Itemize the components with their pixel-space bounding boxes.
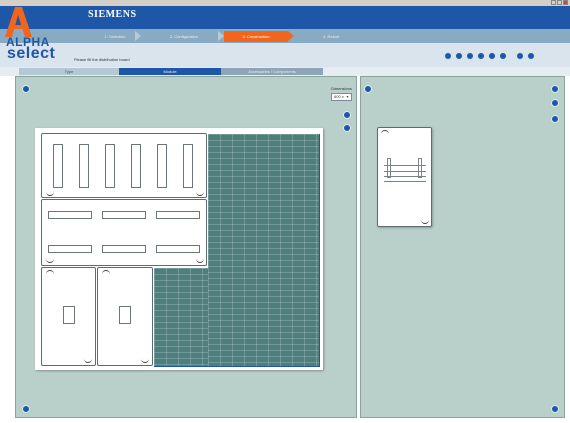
scroll-up-icon[interactable]: [551, 85, 559, 93]
dimensions-value: 600 x: [334, 94, 344, 99]
module-corner: [46, 191, 54, 196]
module-vertical-devices[interactable]: [41, 133, 207, 198]
info-icon[interactable]: [364, 85, 372, 93]
terminal-post: [418, 158, 422, 178]
rail-slot: [48, 245, 92, 253]
save-icon[interactable]: [455, 52, 463, 60]
rail-slot: [156, 211, 200, 219]
back-arrow-icon[interactable]: [22, 85, 30, 93]
step-selection[interactable]: 1. Selection: [95, 31, 135, 42]
grid-border-bottom: [154, 366, 320, 367]
alpha-logo-mark: [5, 7, 32, 37]
dimensions-label: Dimensions: [331, 86, 352, 91]
options-icon[interactable]: [488, 52, 496, 60]
scroll-page-up-icon[interactable]: [551, 99, 559, 107]
module-box-left[interactable]: [41, 267, 96, 366]
device-window: [63, 306, 75, 324]
step-result[interactable]: 4. Result: [300, 31, 362, 42]
busbar-line: [384, 181, 426, 182]
step-separator: [135, 31, 141, 41]
device-slot: [157, 144, 167, 188]
module-horizontal-rails[interactable]: [41, 199, 207, 266]
busbar-line: [384, 176, 426, 177]
scroll-down-icon[interactable]: [551, 405, 559, 413]
tab-accessories[interactable]: Accessories / Components: [221, 68, 323, 75]
zoom-out-icon[interactable]: [343, 124, 351, 132]
module-corner: [46, 258, 54, 263]
device-slot: [53, 144, 63, 188]
module-corner: [381, 130, 389, 135]
module-corner: [196, 191, 204, 196]
empty-mounting-grid[interactable]: [208, 134, 319, 366]
module-corner: [141, 358, 149, 363]
module-corner: [102, 270, 110, 275]
tab-type[interactable]: Type: [19, 68, 119, 75]
scroll-page-down-icon[interactable]: [551, 115, 559, 123]
toolbar: [444, 52, 535, 60]
empty-mounting-grid-lower[interactable]: [154, 268, 208, 366]
step-configuration[interactable]: 2. Configuration: [150, 31, 218, 42]
device-slot: [183, 144, 193, 188]
terminal-post: [387, 158, 391, 178]
print-icon[interactable]: [466, 52, 474, 60]
minimize-button[interactable]: [551, 0, 556, 5]
instruction-text: Please fill the distribution board: [74, 57, 130, 62]
busbar-line: [384, 171, 426, 172]
window-close-button[interactable]: [563, 0, 568, 5]
module-corner: [421, 219, 429, 224]
brand-bar: SIEMENS: [0, 6, 570, 29]
device-slot: [105, 144, 115, 188]
logo-select-text: select: [7, 45, 56, 62]
module-corner: [46, 270, 54, 275]
close-icon[interactable]: [527, 52, 535, 60]
info-icon[interactable]: [477, 52, 485, 60]
rail-slot: [156, 245, 200, 253]
chevron-down-icon: ▾: [346, 94, 349, 99]
open-icon[interactable]: [444, 52, 452, 60]
brand-name: SIEMENS: [88, 9, 137, 20]
help-icon[interactable]: [516, 52, 524, 60]
device-slot: [131, 144, 141, 188]
grid-border: [319, 134, 320, 366]
zoom-in-icon[interactable]: [343, 111, 351, 119]
dimensions-select[interactable]: 600 x ▾: [331, 93, 352, 101]
step-separator: [288, 31, 294, 41]
expand-icon[interactable]: [22, 405, 30, 413]
rail-slot: [48, 211, 92, 219]
rail-slot: [102, 211, 146, 219]
tab-module[interactable]: Module: [119, 68, 221, 75]
rail-slot: [102, 245, 146, 253]
module-corner: [196, 258, 204, 263]
module-preview-card[interactable]: [377, 127, 432, 227]
device-slot: [79, 144, 89, 188]
step-construction[interactable]: 3. Construction: [224, 31, 288, 42]
module-corner: [84, 358, 92, 363]
device-window: [119, 306, 131, 324]
maximize-button[interactable]: [557, 0, 562, 5]
export-icon[interactable]: [499, 52, 507, 60]
module-box-right[interactable]: [97, 267, 153, 366]
busbar-line: [384, 165, 426, 166]
